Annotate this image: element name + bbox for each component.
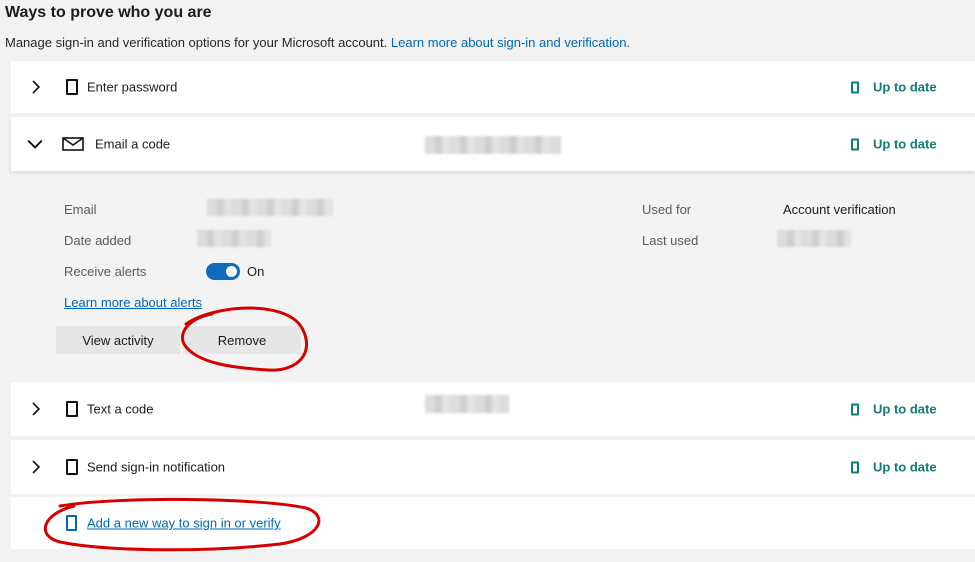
method-row-password[interactable]: Enter password Up to date: [11, 61, 975, 113]
method-label: Text a code: [87, 401, 154, 417]
chevron-right-icon[interactable]: [29, 460, 43, 474]
email-label: Email: [64, 202, 97, 217]
phone-icon: [66, 401, 78, 417]
status-icon: [851, 461, 859, 473]
status-badge: Up to date: [851, 402, 937, 417]
method-row-email[interactable]: Email a code Up to date: [11, 117, 975, 171]
envelope-icon: [62, 137, 84, 151]
chevron-right-icon[interactable]: [29, 402, 43, 416]
status-badge: Up to date: [851, 80, 937, 95]
redacted-email-value: [207, 199, 333, 216]
chevron-down-icon[interactable]: [27, 136, 43, 152]
method-row-notification[interactable]: Send sign-in notification Up to date: [11, 440, 975, 494]
date-added-label: Date added: [64, 233, 132, 248]
status-icon: [851, 81, 859, 93]
add-method-row[interactable]: Add a new way to sign in or verify: [11, 497, 975, 549]
phone-icon: [66, 459, 78, 475]
view-activity-button[interactable]: View activity: [56, 326, 180, 354]
status-icon: [851, 138, 859, 150]
method-label: Email a code: [95, 136, 171, 152]
method-details-panel: Email Date added Receive alerts On Learn…: [11, 171, 975, 379]
used-for-value: Account verification: [783, 202, 896, 217]
subtitle-text: Manage sign-in and verification options …: [5, 35, 388, 50]
receive-alerts-state: On: [247, 264, 265, 279]
add-device-icon: [66, 515, 77, 531]
redacted-date-added: [197, 230, 271, 247]
redacted-email: [425, 136, 561, 154]
used-for-label: Used for: [642, 202, 692, 217]
add-method-link[interactable]: Add a new way to sign in or verify: [87, 516, 281, 531]
method-label: Send sign-in notification: [87, 459, 226, 475]
page-title: Ways to prove who you are: [5, 4, 212, 21]
last-used-label: Last used: [642, 233, 699, 248]
status-badge: Up to date: [851, 137, 937, 152]
method-label: Enter password: [87, 79, 178, 95]
phone-icon: [66, 79, 78, 95]
receive-alerts-label: Receive alerts: [64, 264, 147, 279]
status-icon: [851, 403, 859, 415]
redacted-phone: [425, 395, 509, 413]
receive-alerts-toggle[interactable]: [206, 263, 240, 280]
learn-more-alerts-link[interactable]: Learn more about alerts: [64, 295, 202, 310]
redacted-last-used: [777, 230, 851, 247]
status-badge: Up to date: [851, 460, 937, 475]
method-row-text[interactable]: Text a code Up to date: [11, 382, 975, 436]
chevron-right-icon[interactable]: [29, 80, 43, 94]
remove-button[interactable]: Remove: [183, 326, 301, 354]
learn-more-sign-in-link[interactable]: Learn more about sign-in and verificatio…: [391, 35, 630, 50]
page-subtitle: Manage sign-in and verification options …: [5, 35, 630, 50]
